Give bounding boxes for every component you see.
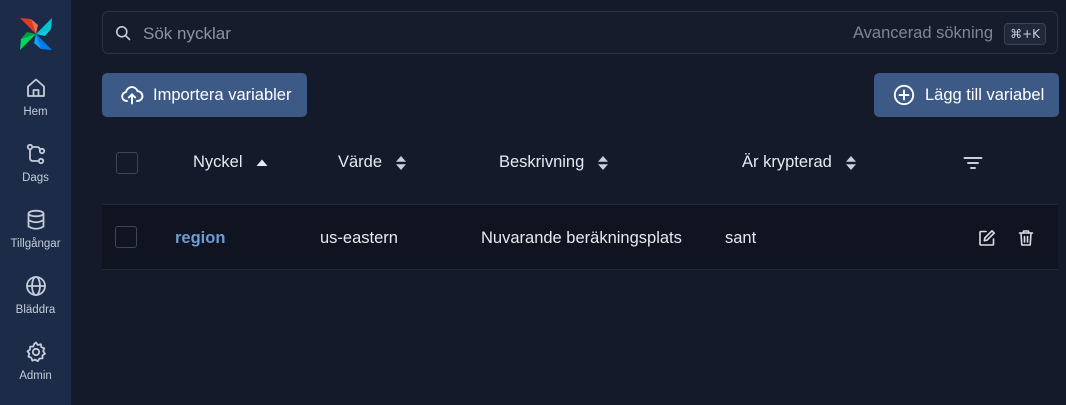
- select-all-checkbox[interactable]: [116, 152, 138, 174]
- sort-icon: [844, 155, 858, 171]
- sidebar-item-tillgangar[interactable]: Tillgångar: [0, 208, 71, 264]
- dags-icon: [24, 142, 48, 166]
- sidebar: Hem Dags Tillgångar Bläddra Admin: [0, 0, 71, 405]
- sidebar-item-label: Bläddra: [15, 304, 56, 316]
- column-header-label: Är krypterad: [742, 153, 832, 171]
- app: Hem Dags Tillgångar Bläddra Admin Sök ny…: [0, 0, 1066, 405]
- variable-key-link[interactable]: region: [175, 229, 225, 248]
- globe-icon: [24, 274, 48, 298]
- delete-icon[interactable]: [1016, 228, 1036, 248]
- sidebar-item-label: Hem: [23, 106, 48, 118]
- sort-icon: [394, 155, 408, 171]
- search-input[interactable]: [141, 20, 745, 48]
- import-button-label: Importera variabler: [153, 85, 292, 104]
- home-icon: [24, 76, 48, 100]
- column-header-label: Beskrivning: [499, 153, 585, 171]
- sidebar-item-admin[interactable]: Admin: [0, 340, 71, 396]
- column-header-beskrivning[interactable]: Beskrivning: [499, 153, 610, 172]
- search-icon: [115, 25, 131, 41]
- sidebar-item-label: Admin: [19, 370, 52, 382]
- plus-circle-icon: [892, 83, 916, 107]
- table-row: region us-eastern Nuvarande beräkningspl…: [102, 204, 1058, 270]
- add-variable-button[interactable]: Lägg till variabel: [874, 73, 1059, 117]
- sort-icon: [596, 155, 610, 171]
- variable-description: Nuvarande beräkningsplats: [481, 229, 682, 247]
- variable-encrypted: sant: [725, 229, 757, 247]
- import-variables-button[interactable]: Importera variabler: [102, 73, 307, 117]
- sidebar-item-label: Dags: [22, 172, 49, 184]
- edit-icon[interactable]: [977, 228, 997, 248]
- sidebar-item-dags[interactable]: Dags: [0, 142, 71, 198]
- add-button-label: Lägg till variabel: [925, 85, 1045, 104]
- variable-value: us-eastern: [320, 229, 398, 247]
- keyboard-shortcut-badge: ⌘+K: [1004, 23, 1046, 45]
- column-header-label: Nyckel: [193, 153, 243, 171]
- advanced-search-link[interactable]: Avancerad sökning: [853, 24, 993, 43]
- gear-icon: [24, 340, 48, 364]
- sort-ascending-icon: [255, 155, 269, 171]
- sidebar-item-bladdra[interactable]: Bläddra: [0, 274, 71, 330]
- column-header-ar-krypterad[interactable]: Är krypterad: [742, 153, 858, 172]
- airflow-logo[interactable]: [17, 15, 55, 53]
- column-header-varde[interactable]: Värde: [338, 153, 408, 172]
- sidebar-item-hem[interactable]: Hem: [0, 76, 71, 132]
- filter-icon[interactable]: [963, 156, 983, 170]
- column-header-nyckel[interactable]: Nyckel: [193, 153, 269, 172]
- search-bar: Avancerad sökning ⌘+K: [102, 11, 1058, 54]
- column-header-label: Värde: [338, 153, 383, 171]
- sidebar-item-label: Tillgångar: [10, 238, 61, 250]
- cloud-upload-icon: [120, 83, 144, 107]
- database-icon: [24, 208, 48, 232]
- row-checkbox[interactable]: [115, 226, 137, 248]
